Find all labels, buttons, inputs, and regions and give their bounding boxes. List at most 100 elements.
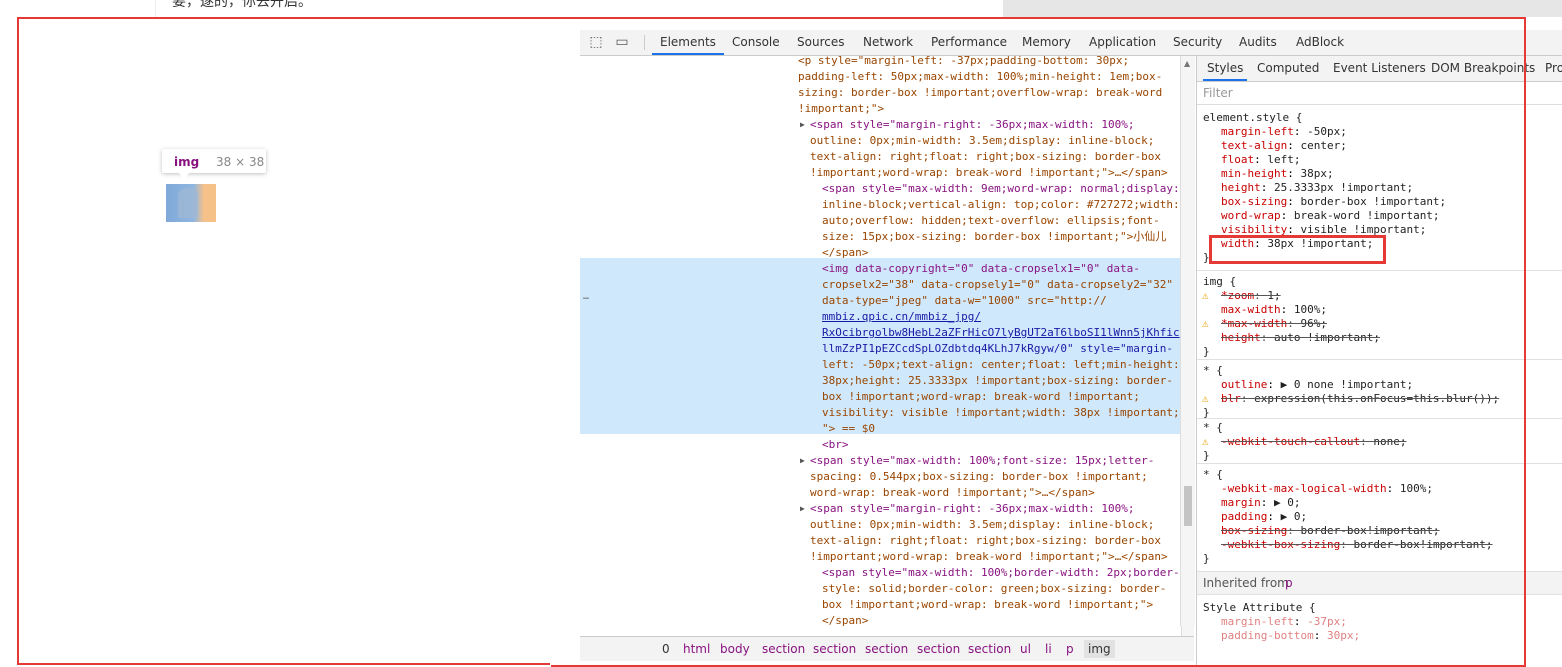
- dom-line[interactable]: visibility: visible !important;width: 38…: [822, 405, 1180, 421]
- breadcrumb-body[interactable]: body: [720, 642, 750, 656]
- breadcrumb-section[interactable]: section: [865, 642, 908, 656]
- css-value[interactable]: ▶ 0 none !important;: [1281, 378, 1413, 391]
- tab-audits[interactable]: Audits: [1239, 30, 1277, 55]
- dom-line[interactable]: spacing: 0.544px;box-sizing: border-box …: [810, 469, 1148, 485]
- css-value[interactable]: border-box!important;: [1300, 524, 1439, 537]
- expand-arrow-icon[interactable]: ▶: [800, 453, 805, 469]
- breadcrumb-section[interactable]: section: [917, 642, 960, 656]
- css-property[interactable]: padding: [1221, 510, 1267, 523]
- elements-tree[interactable]: … <p style="margin-left: -37px;padding-b…: [580, 56, 1180, 642]
- styles-filter[interactable]: Filter: [1197, 82, 1562, 105]
- css-declaration[interactable]: min-height: 38px;: [1221, 167, 1334, 181]
- tab-sources[interactable]: Sources: [797, 30, 844, 55]
- css-declaration[interactable]: box-sizing: border-box !important;: [1221, 195, 1446, 209]
- dom-line[interactable]: !important;word-wrap: break-word !import…: [810, 549, 1168, 565]
- dom-line[interactable]: 38px;height: 25.3333px !important;box-si…: [822, 373, 1173, 389]
- dom-line[interactable]: llmZzPI1pEZCcdSpLOZdbtdq4KLhJ7kRgyw/0" s…: [822, 341, 1173, 357]
- css-value[interactable]: left;: [1267, 153, 1300, 166]
- dom-line[interactable]: <span style="max-width: 100%;font-size: …: [810, 453, 1154, 469]
- expand-arrow-icon[interactable]: ▶: [800, 117, 805, 133]
- css-value[interactable]: -50px;: [1307, 125, 1347, 138]
- css-declaration[interactable]: height: auto !important;: [1221, 331, 1380, 345]
- css-declaration[interactable]: *max-width: 96%;: [1221, 317, 1327, 331]
- dom-line[interactable]: mmbiz.qpic.cn/mmbiz_jpg/: [822, 309, 981, 325]
- css-declaration[interactable]: padding-bottom: 30px;: [1221, 629, 1360, 643]
- css-value[interactable]: 30px;: [1327, 629, 1360, 642]
- tab-adblock[interactable]: AdBlock: [1296, 30, 1344, 55]
- tab-properties[interactable]: Pro: [1545, 56, 1562, 81]
- dom-line[interactable]: word-wrap: break-word !important;">…</sp…: [810, 485, 1095, 501]
- rule-selector[interactable]: Style Attribute {: [1203, 601, 1316, 615]
- dom-line[interactable]: size: 15px;box-sizing: border-box !impor…: [822, 229, 1166, 245]
- dom-line[interactable]: box !important;word-wrap: break-word !im…: [822, 597, 1153, 613]
- tab-styles[interactable]: Styles: [1203, 56, 1248, 81]
- css-property[interactable]: *zoom: [1221, 289, 1254, 302]
- dom-line[interactable]: "> == $0: [822, 421, 875, 437]
- dom-line[interactable]: style: solid;border-color: green;box-siz…: [822, 581, 1166, 597]
- css-value[interactable]: ▶ 0;: [1281, 510, 1308, 523]
- css-value[interactable]: 1;: [1267, 289, 1280, 302]
- css-property[interactable]: -webkit-box-sizing: [1221, 538, 1340, 551]
- css-property[interactable]: float: [1221, 153, 1254, 166]
- node-actions-ellipsis[interactable]: …: [583, 289, 589, 305]
- tab-event-listeners[interactable]: Event Listeners: [1333, 56, 1426, 81]
- tab-memory[interactable]: Memory: [1022, 30, 1071, 55]
- dom-line[interactable]: <span style="margin-right: -36px;max-wid…: [810, 117, 1135, 133]
- css-declaration[interactable]: float: left;: [1221, 153, 1301, 167]
- dom-line[interactable]: cropselx2="38" data-cropsely1="0" data-c…: [822, 277, 1173, 293]
- css-property[interactable]: -webkit-max-logical-width: [1221, 482, 1387, 495]
- rule-selector[interactable]: * {: [1203, 364, 1223, 378]
- css-declaration[interactable]: -webkit-box-sizing: border-box!important…: [1221, 538, 1493, 552]
- highlighted-image[interactable]: [166, 184, 216, 222]
- dom-line[interactable]: auto;overflow: hidden;text-overflow: ell…: [822, 213, 1160, 229]
- css-value[interactable]: none;: [1373, 435, 1406, 448]
- dom-line[interactable]: inline-block;vertical-align: top;color: …: [822, 197, 1180, 213]
- inherited-from-tag[interactable]: p: [1285, 576, 1293, 590]
- css-property[interactable]: word-wrap: [1221, 209, 1281, 222]
- tab-application[interactable]: Application: [1089, 30, 1156, 55]
- css-property[interactable]: height: [1221, 181, 1261, 194]
- css-value[interactable]: border-box !important;: [1300, 195, 1446, 208]
- breadcrumb-item[interactable]: 0: [662, 642, 670, 656]
- css-value[interactable]: 100%;: [1400, 482, 1433, 495]
- styles-scrollbar[interactable]: ▲: [1180, 56, 1195, 626]
- css-property[interactable]: text-align: [1221, 139, 1287, 152]
- css-value[interactable]: 100%;: [1294, 303, 1327, 316]
- dom-line[interactable]: <span style="max-width: 9em;word-wrap: n…: [822, 181, 1180, 197]
- css-declaration[interactable]: margin: ▶ 0;: [1221, 496, 1301, 510]
- styles-scroll-thumb[interactable]: [1184, 486, 1192, 526]
- css-value[interactable]: border-box!important;: [1353, 538, 1492, 551]
- css-declaration[interactable]: max-width: 100%;: [1221, 303, 1327, 317]
- css-declaration[interactable]: blr: expression(this.onFocus=this.blur()…: [1221, 392, 1499, 406]
- rule-selector[interactable]: element.style {: [1203, 111, 1302, 125]
- css-property[interactable]: box-sizing: [1221, 195, 1287, 208]
- breadcrumb-ul[interactable]: ul: [1020, 642, 1031, 656]
- css-property[interactable]: *max-width: [1221, 317, 1287, 330]
- dom-line[interactable]: text-align: right;float: right;box-sizin…: [810, 533, 1161, 549]
- css-declaration[interactable]: padding: ▶ 0;: [1221, 510, 1307, 524]
- css-property[interactable]: max-width: [1221, 303, 1281, 316]
- css-value[interactable]: center;: [1300, 139, 1346, 152]
- dom-line[interactable]: <img data-copyright="0" data-cropselx1="…: [822, 261, 1140, 277]
- css-value[interactable]: ▶ 0;: [1274, 496, 1301, 509]
- css-property[interactable]: margin-left: [1221, 125, 1294, 138]
- rule-selector[interactable]: * {: [1203, 421, 1223, 435]
- css-declaration[interactable]: *zoom: 1;: [1221, 289, 1281, 303]
- dom-line[interactable]: sizing: border-box !important;overflow-w…: [798, 85, 1162, 101]
- dom-line[interactable]: </span>: [822, 245, 868, 261]
- dom-line[interactable]: outline: 0px;min-width: 3.5em;display: i…: [810, 133, 1154, 149]
- css-property[interactable]: min-height: [1221, 167, 1287, 180]
- rule-selector[interactable]: * {: [1203, 468, 1223, 482]
- dom-line[interactable]: RxOcibrgolbw8HebL2aZFrHicO7lyBgUT2aT6lbo…: [822, 325, 1180, 341]
- dom-line[interactable]: padding-left: 50px;max-width: 100%;min-h…: [798, 69, 1162, 85]
- breadcrumb-li[interactable]: li: [1045, 642, 1052, 656]
- css-property[interactable]: margin: [1221, 496, 1261, 509]
- tab-network[interactable]: Network: [863, 30, 913, 55]
- tab-security[interactable]: Security: [1173, 30, 1222, 55]
- breadcrumb-section[interactable]: section: [968, 642, 1011, 656]
- css-property[interactable]: blr: [1221, 392, 1241, 405]
- css-value[interactable]: 96%;: [1300, 317, 1327, 330]
- css-declaration[interactable]: box-sizing: border-box!important;: [1221, 524, 1440, 538]
- breadcrumb-p[interactable]: p: [1066, 642, 1074, 656]
- dom-line[interactable]: text-align: right;float: right;box-sizin…: [810, 149, 1161, 165]
